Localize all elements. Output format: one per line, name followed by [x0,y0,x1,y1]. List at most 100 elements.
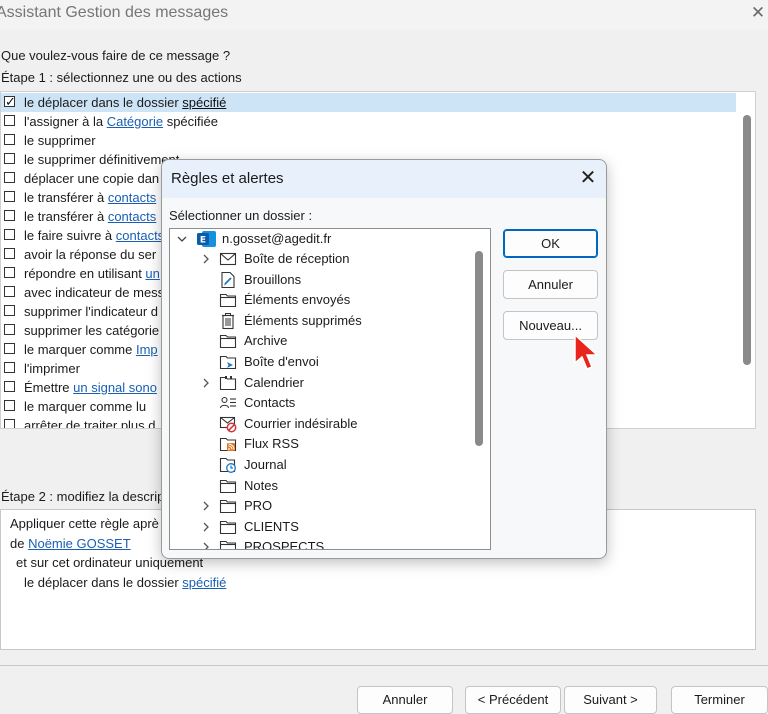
action-label-text: déplacer une copie dan [24,171,160,186]
wizard-finish-button[interactable]: Terminer [671,686,768,714]
action-label-text: le transférer à [24,190,108,205]
tree-folder-row[interactable]: Boîte de réception [170,249,470,269]
account-label: n.gosset@agedit.fr [222,231,332,246]
description-sender-link[interactable]: Noëmie GOSSET [28,536,131,551]
draft-icon [219,271,237,289]
action-link[interactable]: Catégorie [107,114,163,129]
action-label: avec indicateur de mess [24,283,164,302]
folder-label: Notes [244,477,278,493]
tree-folder-row[interactable]: Éléments envoyés [170,290,470,310]
chevron-right-icon[interactable] [200,373,212,393]
wizard-cancel-button[interactable]: Annuler [357,686,453,714]
action-checkbox[interactable] [4,419,15,428]
action-link[interactable]: contacts [116,228,164,243]
action-checkbox[interactable] [4,343,15,354]
dialog-ok-button[interactable]: OK [503,229,598,258]
action-label: répondre en utilisant un [24,264,160,283]
wizard-previous-button[interactable]: < Précédent [465,686,561,714]
action-checkbox[interactable] [4,381,15,392]
action-checkbox[interactable] [4,229,15,240]
action-checkbox[interactable] [4,210,15,221]
tree-folder-row[interactable]: Notes [170,476,470,496]
tree-folder-row[interactable]: CLIENTS [170,517,470,537]
chevron-down-icon[interactable] [176,229,188,249]
folder-label: Calendrier [244,374,304,390]
folder-tree: E n.gosset@agedit.fr Boîte de réception B… [169,228,491,550]
rules-alerts-dialog: Règles et alertes ✕ Sélectionner un doss… [161,159,607,559]
tree-folder-row[interactable]: Brouillons [170,270,470,290]
close-icon: ✕ [750,3,766,22]
tree-folder-row[interactable]: Calendrier [170,373,470,393]
dialog-close-button[interactable]: ✕ [576,166,600,190]
description-line-2: de Noëmie GOSSET [10,536,131,551]
action-checkbox[interactable] [4,248,15,259]
description-line-1: Appliquer cette règle aprè [10,516,159,531]
folder-label: Boîte de réception [244,251,350,266]
action-link[interactable]: Imp [136,342,158,357]
chevron-right-icon[interactable] [200,517,212,537]
folder-tree-scrollbar-thumb[interactable] [475,251,483,446]
action-link[interactable]: un [145,266,159,281]
action-row[interactable]: l'assigner à la Catégorie spécifiée [1,112,736,131]
outlook-exchange-icon: E [197,230,216,248]
action-link[interactable]: un signal sono [73,380,157,395]
action-label-text: supprimer les catégorie [24,323,160,338]
action-checkbox[interactable] [4,115,15,126]
action-label: arrêter de traiter plus d [24,416,156,428]
action-row[interactable]: le supprimer [1,131,736,150]
folder-icon [219,538,237,549]
action-checkbox[interactable] [4,286,15,297]
tree-account-row[interactable]: E n.gosset@agedit.fr [170,229,470,249]
action-label-text: avec indicateur de mess [24,285,165,300]
action-label: l'imprimer [24,359,80,378]
action-label-suffix: spécifiée [163,114,218,129]
action-row[interactable]: le déplacer dans le dossier spécifié [1,92,736,112]
action-label: le transférer à contacts [24,207,156,226]
chevron-right-icon[interactable] [200,496,212,516]
tree-folder-row[interactable]: PROSPECTS [170,537,470,549]
action-link[interactable]: contacts [108,190,156,205]
action-checkbox[interactable] [4,400,15,411]
action-checkbox[interactable] [4,267,15,278]
action-label-text: le faire suivre à [24,228,116,243]
folder-label: Archive [244,333,288,349]
actions-scrollbar-thumb[interactable] [743,115,751,365]
dialog-cancel-button[interactable]: Annuler [503,270,598,299]
action-link[interactable]: contacts [108,209,156,224]
journal-icon [219,456,237,474]
tree-folder-row[interactable]: Éléments supprimés [170,311,470,331]
chevron-right-icon[interactable] [200,249,212,269]
action-label: supprimer l'indicateur d [24,302,158,321]
action-checkbox[interactable] [4,172,15,183]
folder-label: Flux RSS [244,436,299,452]
wizard-next-button[interactable]: Suivant > [564,686,657,714]
action-checkbox[interactable] [4,362,15,373]
action-label: Émettre un signal sono [24,378,157,397]
folder-icon [219,291,237,309]
action-checkbox[interactable] [4,191,15,202]
action-checkbox[interactable] [4,324,15,335]
tree-folder-row[interactable]: Journal [170,455,470,475]
tree-folder-row[interactable]: Flux RSS [170,434,470,454]
action-checkbox[interactable] [4,134,15,145]
description-folder-link[interactable]: spécifié [182,575,226,590]
chevron-right-icon[interactable] [200,537,212,549]
action-label-text: l'assigner à la [24,114,107,129]
action-label-text: le transférer à [24,209,108,224]
action-label: déplacer une copie dan [24,169,159,188]
action-checkbox[interactable] [4,305,15,316]
tree-folder-row[interactable]: Archive [170,331,470,351]
action-label-text: Émettre [24,380,74,395]
action-link[interactable]: spécifié [182,95,226,110]
rss-icon [219,435,237,453]
action-checkbox[interactable] [4,92,16,111]
action-checkbox[interactable] [4,153,15,164]
wizard-close-button[interactable]: ✕ [748,2,768,24]
action-label-text: le déplacer dans le dossier [24,95,183,110]
tree-folder-row[interactable]: Boîte d'envoi [170,352,470,372]
tree-folder-row[interactable]: Courrier indésirable [170,414,470,434]
tree-folder-row[interactable]: PRO [170,496,470,516]
envelope-icon [219,250,237,268]
step1-label: Étape 1 : sélectionnez une ou des action… [1,70,242,85]
tree-folder-row[interactable]: Contacts [170,393,470,413]
